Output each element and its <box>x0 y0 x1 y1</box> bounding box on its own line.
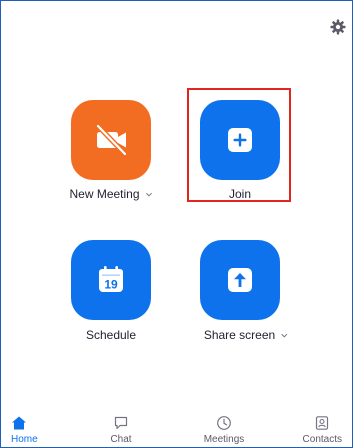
calendar-day: 19 <box>104 278 118 292</box>
schedule-button[interactable]: 19 <box>71 240 151 320</box>
contacts-icon <box>314 415 330 431</box>
bottom-tab-bar: Home Chat Meetings Contacts <box>1 403 352 447</box>
chevron-down-icon[interactable] <box>281 332 288 339</box>
video-off-icon <box>95 123 128 157</box>
chevron-down-icon[interactable] <box>146 191 153 198</box>
chat-icon <box>113 415 129 431</box>
share-screen-button[interactable] <box>200 240 280 320</box>
clock-icon <box>216 415 232 431</box>
zoom-home-window: New Meeting Join 19 Schedule Share scree… <box>0 0 353 448</box>
share-screen-label[interactable]: Share screen <box>204 328 288 342</box>
home-icon <box>11 415 27 431</box>
tab-meetings[interactable]: Meetings <box>191 403 257 447</box>
tab-home-label: Home <box>11 434 38 445</box>
new-meeting-button[interactable] <box>71 100 151 180</box>
tab-chat[interactable]: Chat <box>88 403 154 447</box>
schedule-label[interactable]: Schedule <box>86 328 136 342</box>
join-highlight-box <box>187 88 291 202</box>
settings-gear-icon[interactable] <box>330 19 346 35</box>
share-up-arrow-icon <box>228 268 252 292</box>
calendar-icon: 19 <box>99 266 123 292</box>
tab-chat-label: Chat <box>110 434 132 445</box>
tab-meetings-label: Meetings <box>203 434 245 445</box>
tab-contacts-label: Contacts <box>302 434 342 445</box>
tab-home[interactable]: Home <box>11 403 51 447</box>
tab-contacts[interactable]: Contacts <box>294 403 342 447</box>
new-meeting-label[interactable]: New Meeting <box>69 187 153 201</box>
